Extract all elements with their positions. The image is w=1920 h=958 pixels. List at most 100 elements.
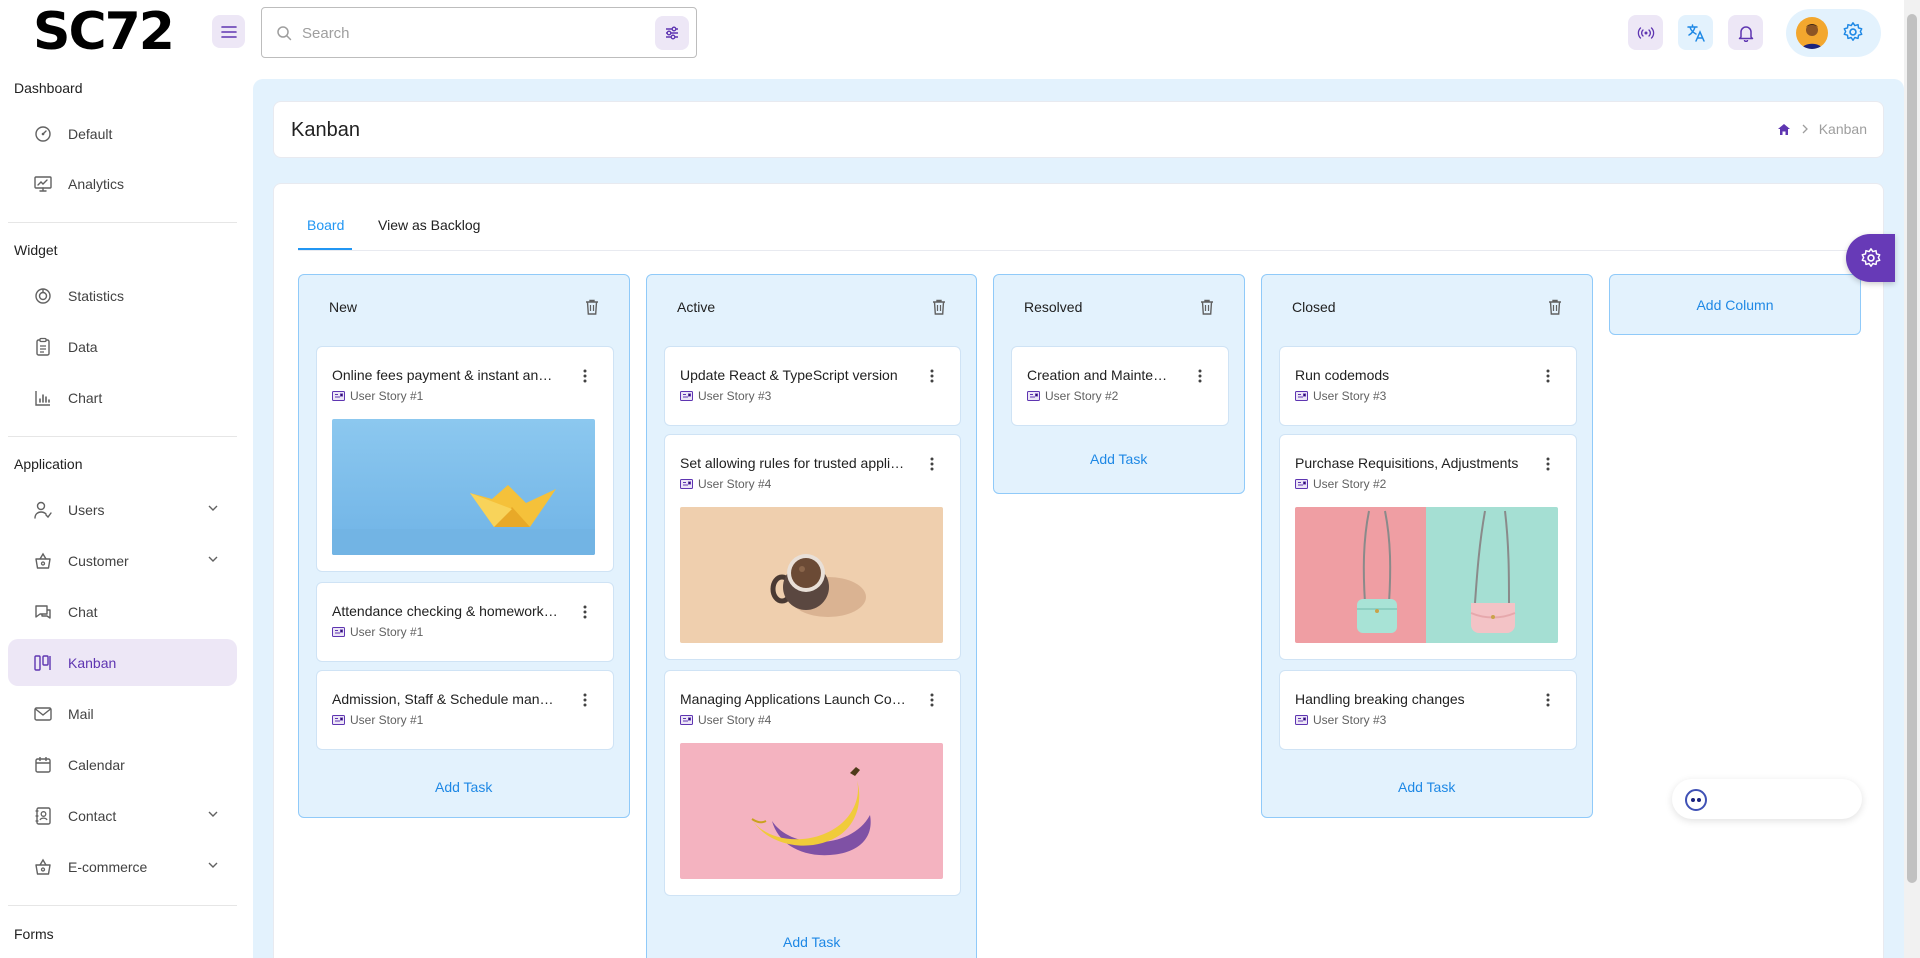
filter-icon [666,26,678,40]
menu-icon [220,25,237,38]
sidebar-item-kanban[interactable]: Kanban [8,639,237,686]
story-card-icon [332,627,345,637]
more-vertical-icon[interactable] [1198,369,1202,383]
sidebar-item-customer[interactable]: Customer [8,537,237,584]
task-card[interactable]: Purchase Requisitions, Adjustments User … [1279,434,1577,660]
sidebar-item-users[interactable]: Users [8,486,237,533]
more-vertical-icon[interactable] [930,457,934,471]
avatar [1796,17,1828,49]
sidebar-item-calendar[interactable]: Calendar [8,741,237,788]
menu-toggle-button[interactable] [212,15,245,48]
task-card[interactable]: Handling breaking changes User Story #3 [1279,670,1577,750]
sidebar-item-mail[interactable]: Mail [8,690,237,737]
profile-menu[interactable] [1786,9,1881,57]
more-vertical-icon[interactable] [1546,457,1550,471]
task-card[interactable]: Update React & TypeScript version User S… [664,346,961,426]
sidebar-item-label: Default [68,125,113,142]
divider [8,222,237,223]
sidebar-item-ecommerce[interactable]: E-commerce [8,843,237,890]
task-story: User Story #2 [1295,477,1386,491]
translate-icon [1686,23,1705,42]
sidebar: Dashboard Default Analytics Widget Stati… [0,80,252,958]
breadcrumb-current: Kanban [1818,121,1867,137]
chevron-down-icon [208,556,218,562]
page-header-card: Kanban Kanban [273,101,1884,158]
trash-icon[interactable] [932,299,946,315]
basket-icon [35,552,51,569]
column-title: Closed [1292,299,1336,315]
add-task-button[interactable]: Add Task [783,934,840,950]
sidebar-item-chart[interactable]: Chart [8,374,237,421]
sidebar-item-label: Customer [68,552,129,569]
task-story: User Story #1 [332,389,423,403]
home-icon[interactable] [1777,122,1791,136]
translate-button[interactable] [1678,15,1713,50]
task-card[interactable]: Admission, Staff & Schedule management U… [316,670,614,750]
more-vertical-icon[interactable] [1546,693,1550,707]
task-image-coffee-cup [680,507,943,643]
kanban-icon [34,655,51,671]
basket-icon [35,858,51,875]
live-button[interactable] [1628,15,1663,50]
search-input[interactable] [302,20,642,46]
story-card-icon [1295,391,1308,401]
more-vertical-icon[interactable] [583,693,587,707]
task-card[interactable]: Attendance checking & homework details U… [316,582,614,662]
chart-icon [35,391,50,406]
task-story: User Story #3 [1295,713,1386,727]
task-title: Set allowing rules for trusted applicati… [680,455,906,471]
task-card[interactable]: Set allowing rules for trusted applicati… [664,434,961,660]
add-column-button[interactable]: Add Column [1609,274,1861,335]
more-vertical-icon[interactable] [930,693,934,707]
gear-icon [1861,248,1880,267]
add-task-button[interactable]: Add Task [1090,451,1147,467]
chat-widget[interactable] [1672,779,1862,819]
group-title-dashboard: Dashboard [14,80,83,96]
sidebar-item-data[interactable]: Data [8,323,237,370]
scrollbar-thumb[interactable] [1907,14,1917,883]
story-card-icon [1295,479,1308,489]
notifications-button[interactable] [1728,15,1763,50]
sidebar-item-label: Chat [68,603,98,620]
task-card[interactable]: Run codemods User Story #3 [1279,346,1577,426]
task-image-paper-boat [332,419,595,555]
task-story-label: User Story #4 [698,713,772,727]
task-card[interactable]: Managing Applications Launch Control Use… [664,670,961,896]
sidebar-item-contact[interactable]: Contact [8,792,237,839]
trash-icon[interactable] [585,299,599,315]
sidebar-item-chat[interactable]: Chat [8,588,237,635]
chevron-right-icon [1802,124,1808,134]
trash-icon[interactable] [1200,299,1214,315]
trash-icon[interactable] [1548,299,1562,315]
filter-button[interactable] [655,16,689,50]
more-vertical-icon[interactable] [930,369,934,383]
add-task-button[interactable]: Add Task [435,779,492,795]
sidebar-item-default[interactable]: Default [8,110,237,157]
chevron-down-icon [208,862,218,868]
dashboard-icon [35,126,51,142]
mail-icon [34,707,52,721]
logo[interactable]: SC72 [33,2,175,62]
more-vertical-icon[interactable] [583,605,587,619]
kanban-board-card: Board View as Backlog New Online fees pa… [273,183,1884,958]
add-task-button[interactable]: Add Task [1398,779,1455,795]
task-card[interactable]: Creation and Maintenance User Story #2 [1011,346,1229,426]
sidebar-item-label: Data [68,338,98,355]
customize-settings-button[interactable] [1846,234,1895,282]
more-vertical-icon[interactable] [583,369,587,383]
page-scrollbar[interactable] [1904,0,1920,958]
more-vertical-icon[interactable] [1546,369,1550,383]
tab-backlog[interactable]: View as Backlog [378,217,480,233]
task-story-label: User Story #3 [1313,389,1387,403]
divider [8,905,237,906]
task-story-label: User Story #3 [698,389,772,403]
task-story: User Story #4 [680,477,771,491]
gear-icon [1843,22,1863,41]
sidebar-item-analytics[interactable]: Analytics [8,160,237,207]
sidebar-item-statistics[interactable]: Statistics [8,272,237,319]
task-card[interactable]: Online fees payment & instant announceme… [316,346,614,572]
calendar-icon [35,757,51,773]
task-story: User Story #1 [332,713,423,727]
tab-board[interactable]: Board [307,217,344,233]
divider [8,436,237,437]
